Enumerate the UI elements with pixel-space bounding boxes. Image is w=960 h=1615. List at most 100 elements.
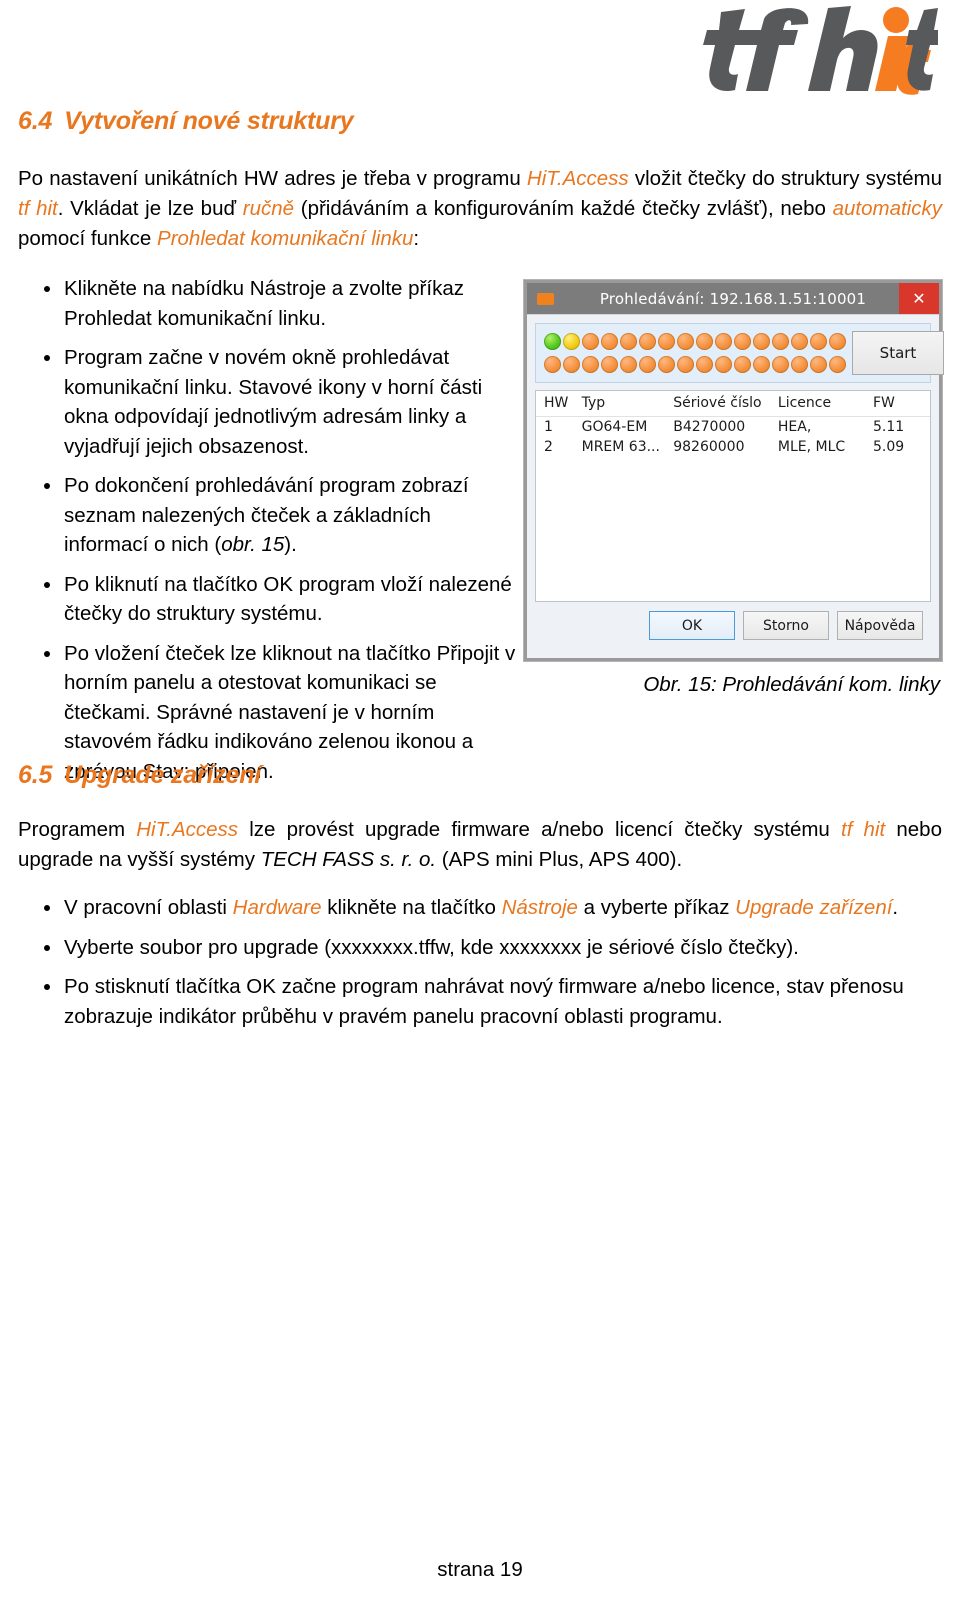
table-cell: 1 [544,419,553,435]
upgrade-emph-tech-fass: TECH FASS s. r. o. [260,848,437,871]
column-header-typ[interactable]: Typ [573,391,666,417]
column-header-hw[interactable]: HW [536,391,574,417]
intro-text-2: vložit čtečky do struktury systému [628,167,942,190]
dialog-title-bar[interactable]: Prohledávání: 192.168.1.51:10001 ✕ [527,283,939,314]
scan-status-panel: Start [535,323,944,383]
section-6-5-intro-paragraph: Programem HiT.Access lze provést upgrade… [18,815,942,875]
close-icon[interactable]: ✕ [899,283,939,314]
table-row[interactable]: 2 MREM 63... 98260000 MLE, MLC 5.09 [536,437,930,457]
address-status-dot-orange [810,356,827,373]
address-status-dot-orange [810,333,827,350]
address-status-dot-orange [582,356,599,373]
ok-button[interactable]: OK [649,611,735,640]
intro-emph-tf-hit: tf hit [18,197,58,220]
address-status-dot-orange [772,333,789,350]
section-title-6-4: Vytvoření nové struktury [64,107,354,135]
address-status-dot-orange [829,356,846,373]
start-button[interactable]: Start [852,331,944,375]
b1-emph-hardware: Hardware [232,896,322,919]
address-status-dot-orange [658,356,675,373]
intro-text-1: Po nastavení unikátních HW adres je třeb… [18,167,527,190]
readers-table: HW Typ Sériové číslo Licence FW 1 GO64-EM… [536,391,930,457]
table-header-row: HW Typ Sériové číslo Licence FW [536,391,930,417]
figure-caption: Obr. 15: Prohledávání kom. linky [643,673,940,696]
intro-text-4: (přidáváním a konfigurováním každé čtečk… [294,197,833,220]
address-status-dot-orange [791,333,808,350]
address-status-dot-orange [753,356,770,373]
table-cell: 5.11 [873,419,905,435]
address-status-dot-orange [696,356,713,373]
section-6-4-intro-paragraph: Po nastavení unikátních HW adres je třeb… [18,164,942,254]
list-item: V pracovní oblasti Hardware klikněte na … [18,893,942,923]
dialog-body: Start HW Typ Sériové číslo Licence FW 1 … [527,314,944,658]
intro-text-5: pomocí funkce [18,227,158,250]
address-status-dot-orange [734,356,751,373]
table-cell: 98260000 [673,439,745,455]
upgrade-text-2: lze provést upgrade firmware a/nebo lice… [238,818,841,841]
table-cell: HEA, [777,419,812,435]
address-status-dot-orange [658,333,675,350]
intro-text-6: : [413,227,420,250]
list-item: Klikněte na nabídku Nástroje a zvolte př… [18,274,516,333]
table-cell: B4270000 [673,419,746,435]
column-header-licence[interactable]: Licence [769,391,865,417]
upgrade-text-1: Programem [18,818,137,841]
list-item: Po kliknutí na tlačítko OK program vloží… [18,570,516,629]
section-heading-6-5: 6.5 Upgrade zařízení [18,761,261,790]
list-item: Vyberte soubor pro upgrade (xxxxxxxx.tff… [18,933,942,963]
dialog-title: Prohledávání: 192.168.1.51:10001 [599,289,867,308]
section-number-6-4: 6.4 [18,107,53,135]
address-status-dot-orange [601,356,618,373]
table-cell: MREM 63... [581,439,660,455]
document-page: 6.4 Vytvoření nové struktury Po nastavení… [0,0,960,1615]
table-cell: GO64-EM [581,419,648,435]
address-status-dot-orange [791,356,808,373]
tf-hit-logo [688,6,938,98]
b1-text-3: a vyberte příkaz [577,896,736,919]
address-status-dot-orange [715,356,732,373]
figure-15: Prohledávání: 192.168.1.51:10001 ✕ Start… [524,280,944,697]
help-button[interactable]: Nápověda [837,611,923,640]
address-status-dot-orange [639,356,656,373]
cancel-button[interactable]: Storno [743,611,829,640]
address-status-dot-orange [677,356,694,373]
section-6-4-bullet-list: Klikněte na nabídku Nástroje a zvolte př… [18,274,516,796]
column-header-fw[interactable]: FW [865,391,918,417]
tf-hit-logo-icon [703,6,938,95]
table-cell-spacer [918,437,930,457]
address-status-dot-orange [563,356,580,373]
address-status-dot-orange [829,333,846,350]
intro-emph-automaticky: automaticky [832,197,942,220]
table-row[interactable]: 1 GO64-EM B4270000 HEA, 5.11 [536,417,930,438]
table-cell: 2 [544,439,553,455]
list-item: Po dokončení prohledávání program zobraz… [18,471,516,560]
upgrade-emph-tf-hit: tf hit [841,818,886,841]
address-status-dot-orange [677,333,694,350]
b1-emph-upgrade-zarizeni: Upgrade zařízení [735,896,893,919]
address-status-dot-orange [696,333,713,350]
address-status-dot-orange [734,333,751,350]
section-title-6-5: Upgrade zařízení [64,761,262,789]
address-status-dot-orange [582,333,599,350]
address-status-dot-orange [639,333,656,350]
dialog-footer: OK Storno Nápověda [535,602,931,650]
table-cell-spacer [918,417,930,438]
b1-text-1: V pracovní oblasti [64,896,233,919]
intro-emph-hit-access: HiT.Access [526,167,629,190]
section-6-5-bullet-list: V pracovní oblasti Hardware klikněte na … [18,893,942,1041]
address-status-dot-orange [620,333,637,350]
b1-text-2: klikněte na tlačítko [321,896,502,919]
column-header-seriove-cislo[interactable]: Sériové číslo [665,391,770,417]
b1-text-4: . [892,896,899,919]
found-readers-list[interactable]: HW Typ Sériové číslo Licence FW 1 GO64-EM… [535,390,931,602]
upgrade-emph-hit-access: HiT.Access [136,818,239,841]
app-icon [537,292,554,305]
address-status-dot-orange [753,333,770,350]
table-cell: 5.09 [873,439,905,455]
address-status-dot-orange [601,333,618,350]
intro-emph-prohledat-linku: Prohledat komunikační linku [157,227,414,250]
upgrade-text-4: (APS mini Plus, APS 400). [436,848,683,871]
intro-text-3: . Vkládat je lze buď [57,197,243,220]
address-status-dot-yellow [563,333,580,350]
prohledavani-dialog-window: Prohledávání: 192.168.1.51:10001 ✕ Start… [524,280,944,661]
